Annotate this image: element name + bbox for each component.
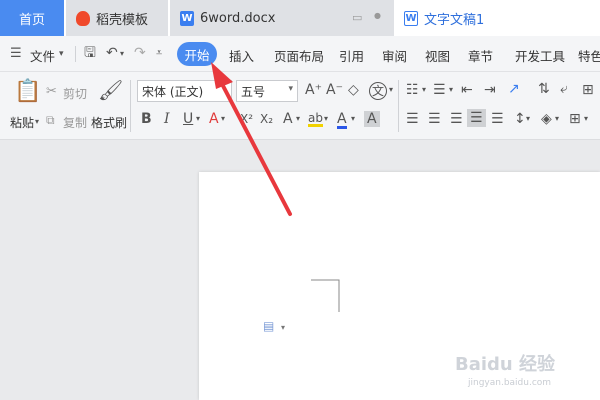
text-effect-icon[interactable]: A: [283, 112, 293, 126]
align-left-icon[interactable]: ☰: [406, 112, 419, 126]
font-size-value: 五号: [241, 84, 266, 99]
grow-font-icon[interactable]: A⁺: [305, 83, 322, 97]
tab-home[interactable]: 首页: [0, 0, 64, 36]
watermark-brand: Baidu 经验: [455, 354, 556, 375]
tab-bar: 首页 稻壳模板 W 6word.docx ▭ ● W 文字文稿1: [0, 0, 600, 36]
tab-doc-6word[interactable]: W 6word.docx ▭ ●: [170, 0, 394, 36]
divider: [130, 80, 131, 132]
monitor-icon[interactable]: ▭: [352, 11, 362, 24]
docer-logo-icon: [76, 10, 90, 26]
clear-format-icon[interactable]: ◇: [348, 83, 359, 97]
increase-indent-icon[interactable]: ⇥: [484, 83, 496, 97]
char-shading-icon[interactable]: A: [364, 111, 380, 127]
cut-label[interactable]: 剪切: [63, 85, 87, 102]
border-icon[interactable]: ⊞: [569, 112, 581, 126]
chevron-down-icon[interactable]: ▾: [196, 115, 200, 123]
font-name-value: 宋体 (正文): [142, 84, 204, 99]
chevron-down-icon: ▾: [288, 84, 293, 94]
chevron-down-icon[interactable]: ▾: [555, 115, 559, 123]
menu-developer[interactable]: 开发工具: [515, 46, 565, 65]
chevron-down-icon[interactable]: ▾: [526, 115, 530, 123]
chevron-down-icon[interactable]: ▾: [281, 324, 285, 332]
menu-page-layout[interactable]: 页面布局: [274, 46, 324, 65]
divider: [398, 80, 399, 132]
paste-options-icon[interactable]: ▤: [263, 320, 274, 332]
chevron-down-icon[interactable]: ▾: [120, 50, 124, 58]
redo-icon[interactable]: ↷: [134, 46, 146, 60]
shading-icon[interactable]: ◈: [541, 112, 552, 126]
undo-icon[interactable]: ↶: [106, 46, 118, 60]
divider: [75, 46, 76, 62]
chevron-down-icon[interactable]: ▾: [351, 115, 355, 123]
word-doc-icon: W: [180, 10, 194, 26]
chevron-down-icon[interactable]: ▾: [324, 115, 328, 123]
chevron-down-icon[interactable]: ▾: [389, 86, 393, 94]
menu-start[interactable]: 开始: [177, 42, 217, 66]
chevron-down-icon[interactable]: ▾: [422, 86, 426, 94]
show-marks-icon[interactable]: ⤶: [560, 82, 568, 96]
watermark-url: jingyan.baidu.com: [468, 378, 552, 388]
menu-insert[interactable]: 插入: [229, 46, 254, 65]
font-size-select[interactable]: 五号 ▾: [236, 80, 298, 102]
subscript-icon[interactable]: X₂: [260, 113, 273, 125]
save-icon[interactable]: 🖫: [84, 46, 96, 60]
chevron-down-icon[interactable]: ▾: [584, 115, 588, 123]
tab-doc-active-label: 文字文稿1: [424, 12, 485, 28]
font-color-icon[interactable]: A: [209, 112, 219, 126]
superscript-icon[interactable]: X²: [240, 113, 253, 125]
menu-review[interactable]: 审阅: [382, 46, 407, 65]
distribute-icon[interactable]: ☰: [491, 112, 504, 126]
format-painter-icon[interactable]: 🖌: [98, 80, 123, 100]
text-direction-icon[interactable]: ↗: [508, 82, 520, 96]
tab-doc-6word-label: 6word.docx: [200, 10, 276, 26]
dot-icon[interactable]: ●: [374, 11, 381, 20]
pinyin-icon[interactable]: 文: [369, 82, 387, 100]
menu-chapter[interactable]: 章节: [468, 46, 493, 65]
align-center-icon[interactable]: ☰: [428, 112, 441, 126]
chevron-down-icon[interactable]: ▾: [221, 115, 225, 123]
tab-doc-active[interactable]: W 文字文稿1: [396, 0, 600, 36]
bold-icon[interactable]: B: [141, 112, 152, 126]
menu-view[interactable]: 视图: [425, 46, 450, 65]
chevron-down-icon[interactable]: ▾: [35, 118, 39, 126]
chevron-down-icon[interactable]: ▾: [296, 115, 300, 123]
hamburger-icon[interactable]: ☰: [10, 47, 22, 60]
line-spacing-icon[interactable]: ↕: [514, 112, 526, 126]
shrink-font-icon[interactable]: A⁻: [326, 83, 343, 97]
copy-icon[interactable]: ⧉: [46, 114, 55, 126]
menu-file[interactable]: 文件: [30, 46, 55, 65]
word-doc-icon: W: [404, 10, 418, 26]
paste-icon[interactable]: 📋: [14, 81, 41, 103]
menu-reference[interactable]: 引用: [339, 46, 364, 65]
tab-template-label: 稻壳模板: [96, 12, 149, 28]
customize-icon[interactable]: ⩡: [156, 47, 162, 58]
chevron-down-icon[interactable]: ▾: [449, 86, 453, 94]
ribbon: 📋 粘贴 ▾ ✂ 剪切 ⧉ 复制 🖌 格式刷 宋体 (正文) 五号 ▾ A⁺ A…: [0, 72, 600, 140]
sort-icon[interactable]: ⇅: [538, 82, 550, 96]
highlight-icon[interactable]: ab: [308, 112, 323, 127]
italic-icon[interactable]: I: [164, 112, 170, 126]
tab-template[interactable]: 稻壳模板: [66, 0, 168, 36]
numbered-list-icon[interactable]: ☰: [433, 83, 446, 97]
justify-icon[interactable]: ☰: [467, 109, 486, 127]
align-right-icon[interactable]: ☰: [450, 112, 463, 126]
font-color2-icon[interactable]: A: [337, 112, 347, 129]
menu-row: ☰ 文件 ▾ 🖫 ↶ ▾ ↷ ⩡ 开始 插入 页面布局 引用 审阅 视图 章节 …: [0, 36, 600, 72]
paste-label[interactable]: 粘贴: [10, 114, 34, 131]
format-painter-label[interactable]: 格式刷: [91, 114, 127, 131]
bullet-list-icon[interactable]: ☷: [406, 83, 419, 97]
scissors-icon[interactable]: ✂: [46, 85, 57, 98]
menu-special[interactable]: 特色: [578, 46, 600, 65]
decrease-indent-icon[interactable]: ⇤: [461, 83, 473, 97]
chevron-down-icon[interactable]: ▾: [59, 50, 64, 59]
table-icon[interactable]: ⊞: [582, 83, 594, 97]
underline-icon[interactable]: U: [183, 112, 193, 126]
font-name-select[interactable]: 宋体 (正文): [137, 80, 232, 102]
copy-label[interactable]: 复制: [63, 114, 87, 131]
